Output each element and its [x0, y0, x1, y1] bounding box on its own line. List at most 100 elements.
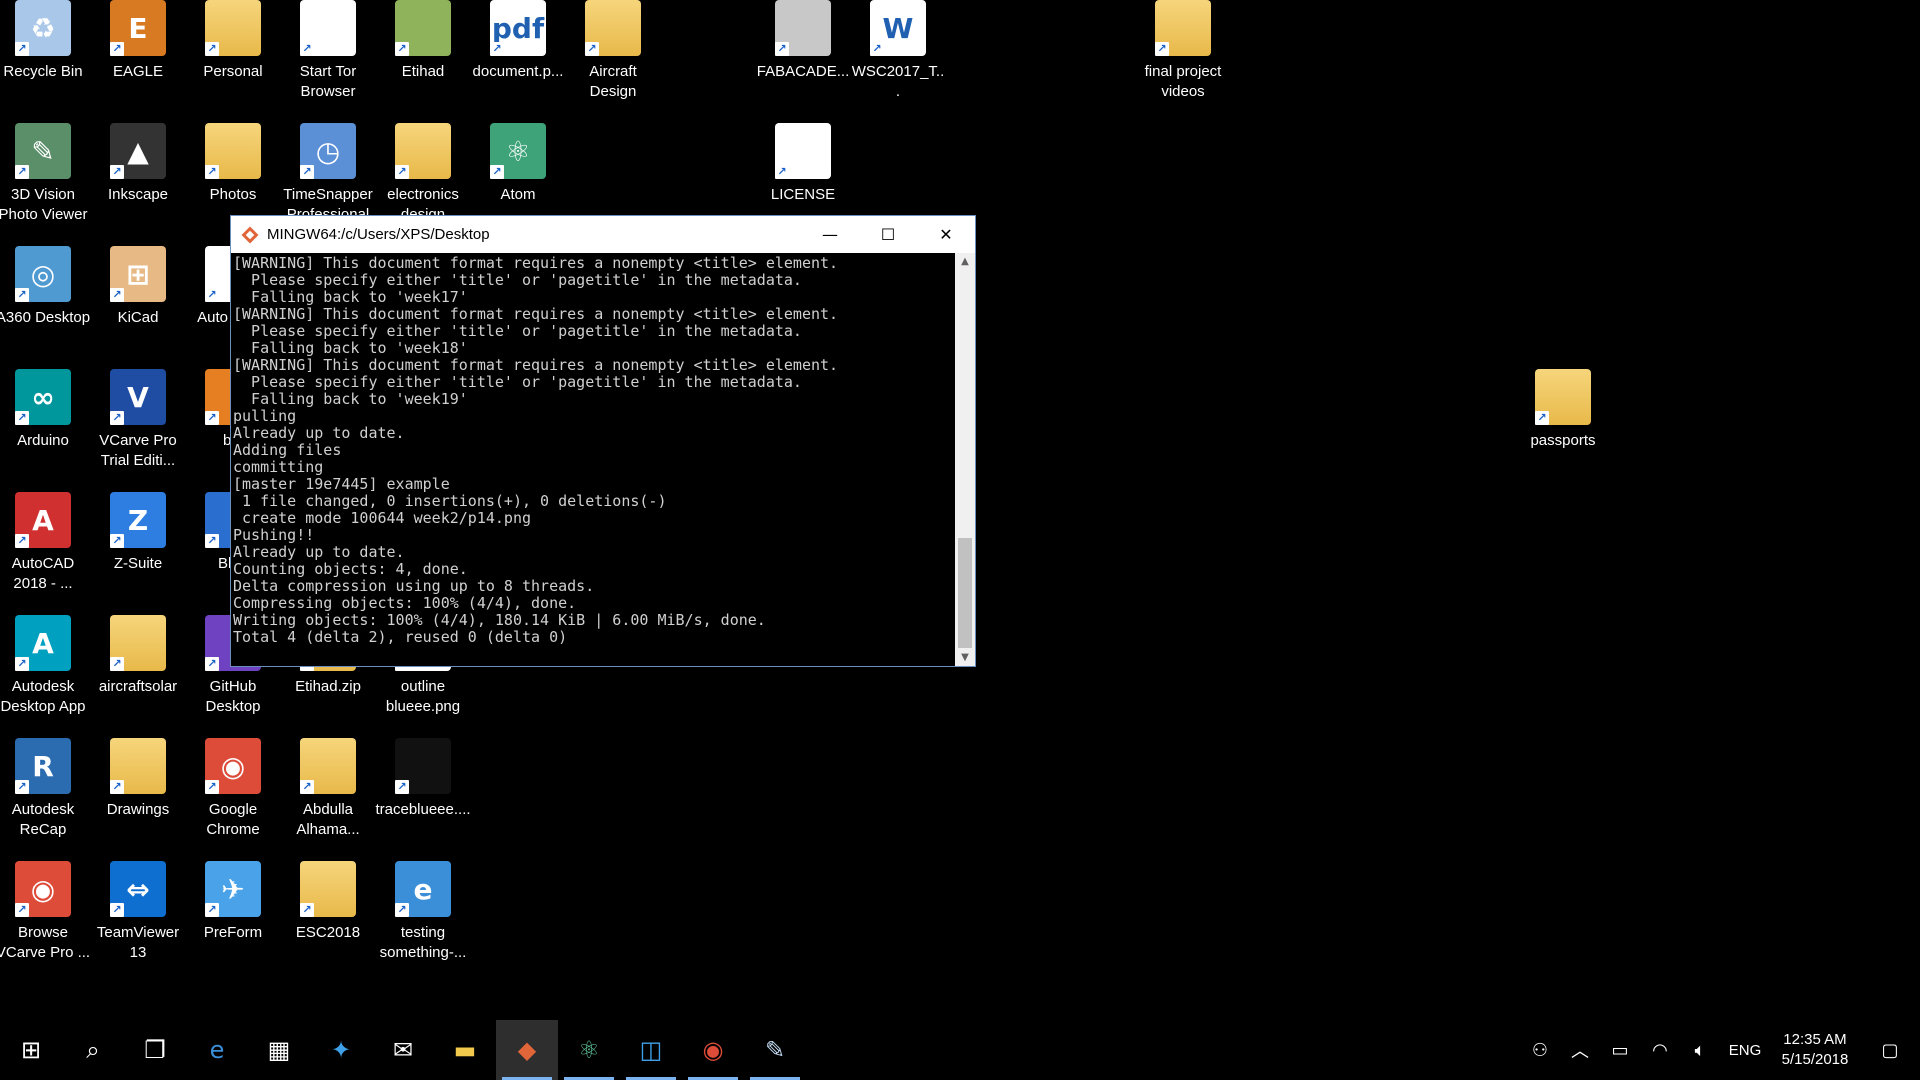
shortcut-arrow-icon: ↗	[490, 42, 504, 56]
terminal-line: [WARNING] This document format requires …	[233, 356, 839, 374]
desktop-icon-abdulla[interactable]: ↗ Abdulla Alhama...	[280, 738, 376, 840]
terminal-window[interactable]: MINGW64:/c/Users/XPS/Desktop — ☐ ✕ [WARN…	[230, 215, 976, 667]
chevron-up-icon[interactable]: ︿	[1560, 1037, 1600, 1063]
taskbar-search-button[interactable]: ⌕	[62, 1020, 124, 1080]
desktop-icon-autodesk-desktop[interactable]: A ↗ Autodesk Desktop App	[0, 615, 91, 717]
close-button[interactable]: ✕	[917, 216, 975, 253]
desktop-icon-etihad[interactable]: ↗ Etihad	[375, 0, 471, 82]
scroll-down-icon[interactable]: ▼	[955, 652, 975, 663]
battery-icon[interactable]: ▭	[1600, 1040, 1640, 1061]
atom-icon: ⚛	[578, 1036, 600, 1064]
desktop-icon-browse-vcarve[interactable]: ◉ ↗ Browse VCarve Pro ...	[0, 861, 91, 963]
desktop-icon-traceblueee[interactable]: ↗ traceblueee....	[375, 738, 471, 820]
desktop-icon-eagle[interactable]: E ↗ EAGLE	[90, 0, 186, 82]
arduino-icon: ∞ ↗	[15, 369, 71, 425]
desktop-icon-final-project-videos[interactable]: ↗ final project videos	[1135, 0, 1231, 102]
desktop-icon-google-chrome[interactable]: ◉ ↗ Google Chrome	[185, 738, 281, 840]
shortcut-arrow-icon: ↗	[490, 165, 504, 179]
desktop-icon-arduino[interactable]: ∞ ↗ Arduino	[0, 369, 91, 451]
shortcut-arrow-icon: ↗	[395, 165, 409, 179]
taskbar-explorer-button[interactable]: ▬	[434, 1020, 496, 1080]
desktop-icon-teamviewer[interactable]: ⇔ ↗ TeamViewer 13	[90, 861, 186, 963]
desktop-icon-wsc2017[interactable]: W ↗ WSC2017_T...	[850, 0, 946, 102]
desktop-icon-inkscape[interactable]: ▲ ↗ Inkscape	[90, 123, 186, 205]
taskbar-mail-button[interactable]: ✉	[372, 1020, 434, 1080]
drawings-icon: ↗	[110, 738, 166, 794]
desktop-icon-testing-something[interactable]: e ↗ testing something-...	[375, 861, 471, 963]
desktop-icon-a360[interactable]: ◎ ↗ A360 Desktop	[0, 246, 91, 328]
desktop-icon-fabacade[interactable]: ↗ FABACADE...	[755, 0, 851, 82]
volume-icon[interactable]: 🔈︎	[1680, 1040, 1720, 1061]
terminal-output[interactable]: [WARNING] This document format requires …	[231, 253, 955, 666]
desktop-icon-preform[interactable]: ✈ ↗ PreForm	[185, 861, 281, 943]
minimize-button[interactable]: —	[801, 216, 859, 253]
terminal-line: Counting objects: 4, done.	[233, 560, 468, 578]
close-icon: ✕	[939, 225, 953, 244]
notification-icon[interactable]: ▢	[1860, 1040, 1920, 1061]
desktop-icon-vcarve[interactable]: V ↗ VCarve Pro Trial Editi...	[90, 369, 186, 471]
shortcut-arrow-icon: ↗	[775, 165, 789, 179]
desktop-icon-esc2018[interactable]: ↗ ESC2018	[280, 861, 376, 943]
desktop-icon-electronics-design[interactable]: ↗electronics design	[375, 123, 471, 225]
taskbar-paint-button[interactable]: ✎	[744, 1020, 806, 1080]
desktop-icon-license[interactable]: ↗ LICENSE	[755, 123, 851, 205]
desktop-icon-autocad[interactable]: A ↗ AutoCAD 2018 - ...	[0, 492, 91, 594]
personal-icon: ↗	[205, 0, 261, 56]
desktop-icon-document-pdf[interactable]: pdf ↗ document.p...	[470, 0, 566, 82]
scrollbar-thumb[interactable]	[958, 538, 972, 648]
scroll-up-icon[interactable]: ▲	[955, 256, 975, 267]
desktop-icon-timesnapper[interactable]: ◷↗TimeSnapper Professional	[280, 123, 376, 225]
clock-time: 12:35 AM	[1783, 1031, 1847, 1048]
shortcut-arrow-icon: ↗	[205, 288, 219, 302]
desktop-icon-z-suite[interactable]: Z ↗ Z-Suite	[90, 492, 186, 574]
taskbar-chrome-tb-button[interactable]: ◉	[682, 1020, 744, 1080]
desktop-icon-aircraft-design[interactable]: ↗ Aircraft Design	[565, 0, 661, 102]
autodesk-recap-icon: R ↗	[15, 738, 71, 794]
desktop-icon-recycle-bin[interactable]: ♻ ↗ Recycle Bin	[0, 0, 91, 82]
desktop-icon-autodesk-recap[interactable]: R ↗ Autodesk ReCap	[0, 738, 91, 840]
git-bash-icon	[241, 226, 259, 243]
aircraftsolar-icon: ↗	[110, 615, 166, 671]
desktop-icon-label: traceblueee....	[375, 801, 471, 818]
esc2018-icon: ↗	[300, 861, 356, 917]
terminal-line: Falling back to 'week17'	[233, 288, 468, 306]
traceblueee-icon: ↗	[395, 738, 451, 794]
terminal-scrollbar[interactable]: ▲ ▼	[955, 253, 975, 666]
terminal-line: Total 4 (delta 2), reused 0 (delta 0)	[233, 628, 568, 646]
desktop-icon-label: testing something-...	[379, 924, 467, 961]
wifi-icon[interactable]: ◠	[1640, 1040, 1680, 1061]
desktop-icon-photos[interactable]: ↗ Photos	[185, 123, 281, 205]
taskbar-app-blue-button[interactable]: ✦	[310, 1020, 372, 1080]
taskbar-start-button[interactable]: ⊞	[0, 1020, 62, 1080]
maximize-button[interactable]: ☐	[859, 216, 917, 253]
desktop-icon-drawings[interactable]: ↗ Drawings	[90, 738, 186, 820]
desktop-icon-start-tor[interactable]: ↗ Start Tor Browser	[280, 0, 376, 102]
language-indicator[interactable]: ENG	[1720, 1042, 1770, 1059]
timesnapper-icon: ◷ ↗	[300, 123, 356, 179]
a360-icon: ◎ ↗	[15, 246, 71, 302]
preform-icon: ✈ ↗	[205, 861, 261, 917]
shortcut-arrow-icon: ↗	[205, 780, 219, 794]
people-icon[interactable]: ⚇	[1520, 1040, 1560, 1061]
terminal-line: Falling back to 'week18'	[233, 339, 468, 357]
desktop-icon-personal[interactable]: ↗ Personal	[185, 0, 281, 82]
taskbar-app-frame-button[interactable]: ◫	[620, 1020, 682, 1080]
desktop-icon-atom[interactable]: ⚛ ↗ Atom	[470, 123, 566, 205]
task-view-icon: ❐	[144, 1036, 166, 1064]
desktop-icon-label: Etihad	[401, 63, 445, 80]
terminal-titlebar[interactable]: MINGW64:/c/Users/XPS/Desktop — ☐ ✕	[231, 216, 975, 253]
taskbar-git-bash-button[interactable]: ◆	[496, 1020, 558, 1080]
taskbar-atom-tb-button[interactable]: ⚛	[558, 1020, 620, 1080]
desktop-icon-3d-vision[interactable]: ✎ ↗ 3D Vision Photo Viewer	[0, 123, 91, 225]
taskbar-store-button[interactable]: ▦	[248, 1020, 310, 1080]
taskbar-edge-button[interactable]: e	[186, 1020, 248, 1080]
z-suite-icon: Z ↗	[110, 492, 166, 548]
clock[interactable]: 12:35 AM 5/15/2018	[1770, 1030, 1860, 1070]
mail-icon: ✉	[392, 1036, 414, 1064]
desktop-icon-aircraftsolar[interactable]: ↗ aircraftsolar	[90, 615, 186, 697]
desktop-icon-kicad[interactable]: ⊞ ↗ KiCad	[90, 246, 186, 328]
eagle-icon: E ↗	[110, 0, 166, 56]
taskbar-task-view-button[interactable]: ❐	[124, 1020, 186, 1080]
desktop-icon-passports[interactable]: ↗ passports	[1515, 369, 1611, 451]
shortcut-arrow-icon: ↗	[15, 534, 29, 548]
